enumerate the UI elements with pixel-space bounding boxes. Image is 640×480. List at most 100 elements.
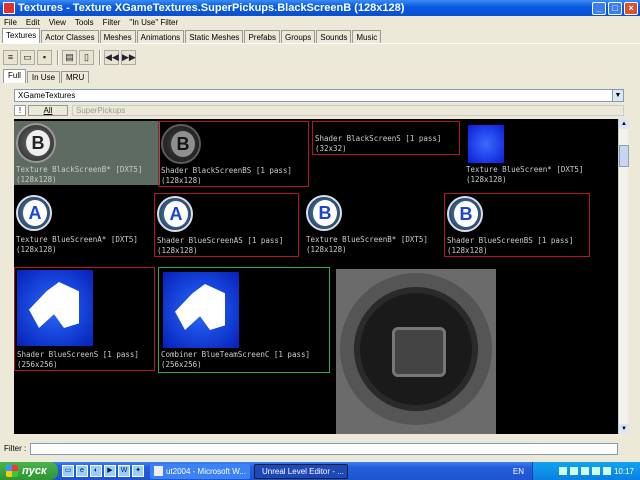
properties-icon[interactable]: ▤ (62, 49, 77, 65)
tab-textures[interactable]: Textures (2, 28, 41, 43)
texture-tile-bluescreen[interactable]: Texture BlueScreen* [DXT5] (128x128) (464, 121, 612, 185)
window-title: Textures - Texture XGameTextures.SuperPi… (18, 2, 405, 14)
subtab-full[interactable]: Full (3, 69, 26, 83)
word-icon[interactable]: W (118, 465, 130, 477)
tab-groups[interactable]: Groups (281, 30, 316, 43)
title-bar[interactable]: Textures - Texture XGameTextures.SuperPi… (0, 0, 640, 16)
texture-tile-blackscreens[interactable]: Shader BlackScreenS [1 pass] (32x32) (312, 121, 460, 155)
texture-size: (128x128) (306, 245, 347, 254)
minimize-button[interactable]: _ (592, 1, 606, 15)
texture-label: Shader BlueScreenAS [1 pass] (157, 236, 284, 245)
all-groups-button[interactable]: All (28, 105, 68, 116)
texture-label: Shader BlueScreenS [1 pass] (17, 350, 139, 359)
blue-screen-swatch (468, 125, 504, 163)
texture-label: Texture BlueScreenA* [DXT5] (16, 235, 138, 244)
save-icon[interactable]: ▪ (37, 49, 52, 65)
menu-in-use-filter[interactable]: "In Use" Filter (125, 18, 183, 27)
browse-icon[interactable]: ≡ (3, 49, 18, 65)
texture-tile-blackscreenbs[interactable]: B Shader BlackScreenBS [1 pass] (128x128… (158, 121, 309, 187)
texture-tile-bluescreens[interactable]: Shader BlueScreenS [1 pass] (256x256) (14, 267, 155, 371)
tab-static-meshes[interactable]: Static Meshes (185, 30, 244, 43)
texture-label: Shader BlueScreenBS [1 pass] (447, 236, 574, 245)
tab-actor-classes[interactable]: Actor Classes (41, 30, 99, 43)
media-icon[interactable]: ▶ (104, 465, 116, 477)
texture-tile-blueteamscreenc[interactable]: Combiner BlueTeamScreenC [1 pass] (256x2… (158, 267, 330, 373)
tray-icon[interactable] (558, 467, 567, 475)
subtab-in-use[interactable]: In Use (26, 71, 61, 83)
filter-label: Filter : (4, 444, 27, 453)
black-screen-b-icon: B (161, 124, 201, 164)
tab-animations[interactable]: Animations (136, 30, 185, 43)
texture-size: (128x128) (466, 175, 507, 184)
group-package-field[interactable]: SuperPickups (72, 105, 624, 116)
texture-size: (32x32) (315, 144, 347, 153)
tray-icon[interactable] (569, 467, 578, 475)
desktop-icon[interactable]: ▭ (62, 465, 74, 477)
toolbar: ≡ ▭ ▪ ▤ ▯ ◀◀ ▶▶ (0, 47, 640, 67)
quick-launch: ▭ e ◐ ▶ W ✦ (62, 465, 146, 477)
package-combo-value: XGameTextures (18, 91, 76, 100)
maximize-button[interactable]: □ (608, 1, 622, 15)
tab-prefabs[interactable]: Prefabs (244, 30, 281, 43)
texture-label: Shader BlackScreenS [1 pass] (315, 134, 442, 143)
fast-forward-icon[interactable]: ▶▶ (121, 49, 136, 65)
subtab-mru[interactable]: MRU (61, 71, 90, 83)
texture-size: (256x256) (17, 360, 58, 369)
clock: 10:17 (613, 466, 634, 476)
blue-screen-a-icon: A (157, 196, 193, 232)
texture-tile-bluescreenb[interactable]: B Texture BlueScreenB* [DXT5] (128x128) (304, 193, 444, 257)
texture-tile-bluescreenas[interactable]: A Shader BlueScreenAS [1 pass] (128x128) (154, 193, 299, 257)
menu-filter[interactable]: Filter (99, 18, 126, 27)
texture-size: (256x256) (161, 360, 202, 369)
blue-team-emblem-icon (17, 270, 93, 346)
menu-edit[interactable]: Edit (22, 18, 45, 27)
scroll-up-icon[interactable]: ▲ (619, 119, 629, 129)
app-icon[interactable]: ✦ (132, 465, 144, 477)
chevron-down-icon[interactable]: ▼ (612, 90, 623, 101)
taskbar: пуск ▭ e ◐ ▶ W ✦ ut2004 - Microsoft W...… (0, 462, 640, 480)
start-button[interactable]: пуск (0, 462, 58, 480)
copy-icon[interactable]: ▯ (79, 49, 94, 65)
texture-size: (128x128) (16, 245, 57, 254)
package-combo[interactable]: XGameTextures ▼ (14, 89, 624, 102)
close-button[interactable]: × (624, 1, 638, 15)
tab-sounds[interactable]: Sounds (316, 30, 352, 43)
scroll-thumb[interactable] (619, 145, 629, 167)
language-indicator[interactable]: EN (513, 467, 524, 476)
system-tray: 10:17 (532, 462, 640, 480)
group-toggle-button[interactable]: ! (14, 105, 26, 116)
view-subtabs: Full In Use MRU (3, 69, 90, 83)
tray-icon[interactable] (580, 467, 589, 475)
menu-bar: File Edit View Tools Filter "In Use" Fil… (0, 16, 640, 29)
tab-meshes[interactable]: Meshes (99, 30, 136, 43)
scroll-down-icon[interactable]: ▼ (619, 424, 629, 434)
texture-label: Texture BlackScreenB* [DXT5] (16, 165, 143, 174)
network-icon[interactable] (602, 467, 611, 475)
explorer-icon[interactable]: ◐ (90, 465, 102, 477)
texture-label: Shader BlackScreenBS [1 pass] (161, 166, 292, 175)
ring-core (392, 327, 446, 377)
black-screen-b-icon: B (16, 123, 56, 163)
texture-size: (128x128) (157, 246, 198, 255)
texture-tile-blackscreenb[interactable]: B Texture BlackScreenB* [DXT5] (128x128) (14, 121, 160, 185)
task-label: Unreal Level Editor - ... (262, 466, 344, 476)
texture-tile-metal-ring[interactable] (336, 269, 496, 434)
texture-tile-bluescreenbs[interactable]: B Shader BlueScreenBS [1 pass] (128x128) (444, 193, 590, 257)
menu-view[interactable]: View (45, 18, 71, 27)
open-folder-icon[interactable]: ▭ (20, 49, 35, 65)
volume-icon[interactable] (591, 467, 600, 475)
taskbar-item-word[interactable]: ut2004 - Microsoft W... (150, 463, 250, 479)
filter-input[interactable] (30, 442, 619, 455)
tab-music[interactable]: Music (352, 30, 382, 43)
menu-file[interactable]: File (0, 18, 22, 27)
texture-viewport[interactable]: B Texture BlackScreenB* [DXT5] (128x128)… (14, 119, 618, 434)
taskbar-item-unreal-editor[interactable]: Unreal Level Editor - ... (254, 463, 348, 479)
texture-tile-bluescreena[interactable]: A Texture BlueScreenA* [DXT5] (128x128) (14, 193, 152, 257)
viewport-scrollbar[interactable]: ▲ ▼ (618, 119, 629, 434)
rewind-icon[interactable]: ◀◀ (104, 49, 119, 65)
browser-icon[interactable]: e (76, 465, 88, 477)
texture-label: Combiner BlueTeamScreenC [1 pass] (161, 350, 311, 359)
texture-browser-window: Textures - Texture XGameTextures.SuperPi… (0, 0, 640, 462)
browser-tabs: Textures Actor Classes Meshes Animations… (0, 28, 640, 44)
menu-tools[interactable]: Tools (71, 18, 99, 27)
